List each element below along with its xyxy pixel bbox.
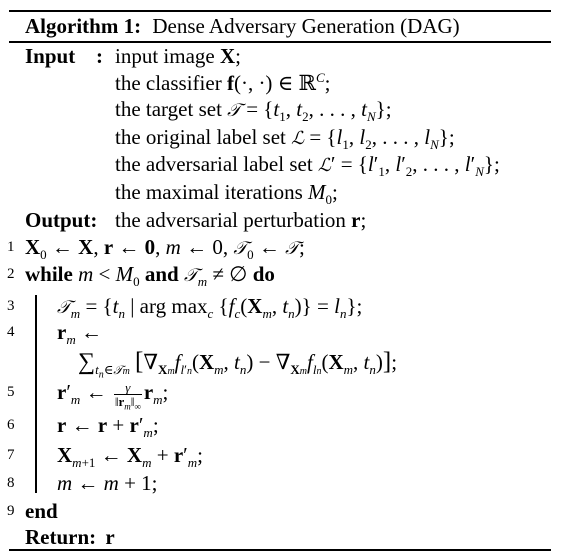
step-1: X0 ← X, r ← 0, m ← 0, 𝒯0 ← 𝒯; <box>25 235 305 263</box>
step-9-end: end <box>25 499 58 523</box>
input-line-max-iterations: the maximal iterations M0; <box>115 180 338 208</box>
output-keyword: Output: <box>25 208 98 232</box>
line-number-1: 1 <box>7 239 15 255</box>
output-line: the adversarial perturbation r; <box>115 208 367 232</box>
step-2: while m < M0 and 𝒯m ≠ ∅ do <box>25 262 275 290</box>
line-number-8: 8 <box>7 475 15 491</box>
input-line-adversarial-labels: the adversarial label set ℒ′ = {l′1, l′2… <box>115 152 500 180</box>
step-4-sum: ∑tn∈𝒯m [∇Xmfl′n(Xm, tn) − ∇Xmfln(Xm, tn)… <box>78 348 398 381</box>
line-number-2: 2 <box>7 266 15 282</box>
line-number-4: 4 <box>7 324 15 340</box>
input-colon: : <box>96 44 103 68</box>
step-6: r ← r + r′m; <box>57 413 159 441</box>
input-line-classifier: the classifier f(·, ·) ∈ ℝC; <box>115 70 331 95</box>
step-3: 𝒯m = {tn | arg maxc {fc(Xm, tn)} = ln}; <box>57 294 363 322</box>
step-8: m ← m + 1; <box>57 471 158 495</box>
line-number-3: 3 <box>7 298 15 314</box>
input-keyword: Input <box>25 44 76 68</box>
algorithm-caption: Algorithm 1: Dense Adversary Generation … <box>25 14 460 38</box>
input-line-original-labels: the original label set ℒ = {l1, l2, . . … <box>115 125 455 153</box>
step-5-fraction: γ ‖rm‖∞ <box>113 379 142 412</box>
input-line-target-set: the target set 𝒯 = {t1, t2, . . . , tN}; <box>115 97 392 125</box>
line-number-5: 5 <box>7 384 15 400</box>
caption-rule <box>9 41 551 43</box>
line-number-9: 9 <box>7 503 15 519</box>
return-line: Return: r <box>25 525 115 549</box>
step-7: Xm+1 ← Xm + r′m; <box>57 443 203 471</box>
step-5: r′m ← γ ‖rm‖∞ rm; <box>57 379 169 412</box>
line-number-7: 7 <box>7 447 15 463</box>
top-rule <box>9 10 551 12</box>
input-line-image: input image X; <box>115 44 241 68</box>
algorithm-label: Algorithm 1: <box>25 14 142 38</box>
loop-body-bar <box>35 295 37 493</box>
bottom-rule <box>9 549 551 551</box>
algorithm-title: Dense Adversary Generation (DAG) <box>152 14 460 38</box>
line-number-6: 6 <box>7 417 15 433</box>
step-4: rm ← <box>57 320 102 348</box>
